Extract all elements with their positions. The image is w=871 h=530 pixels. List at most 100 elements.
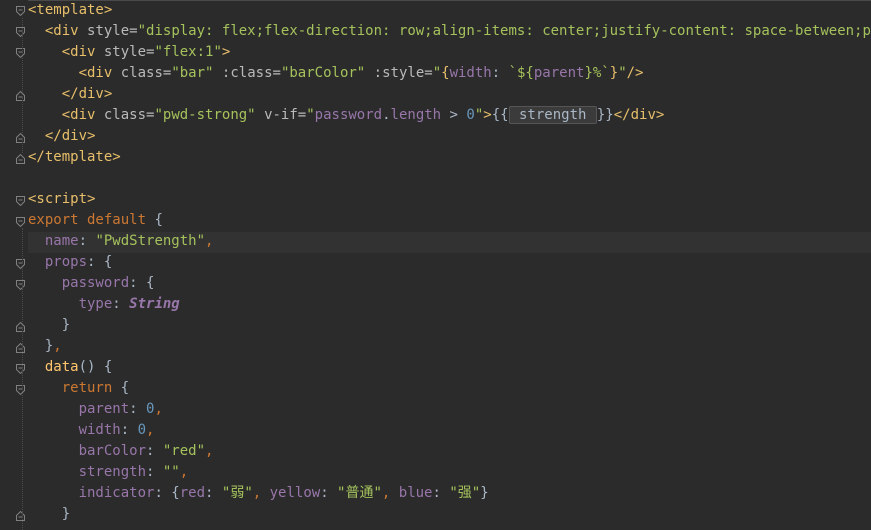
code-line-23[interactable]: strength: "",	[28, 462, 189, 483]
code-line-19[interactable]: return {	[28, 378, 129, 399]
code-line-10[interactable]: <script>	[28, 189, 95, 210]
token-prop: blue	[398, 485, 433, 501]
token-string: "	[618, 65, 627, 81]
token-text: :	[129, 401, 147, 417]
code-line-8[interactable]: </template>	[28, 147, 121, 168]
indent-guide	[22, 228, 23, 530]
code-line-17[interactable]: },	[28, 336, 62, 357]
token-tag: </template>	[28, 149, 121, 165]
fold-end-icon[interactable]	[16, 133, 25, 143]
token-mustache-open: {{	[491, 107, 509, 123]
token-string: }%`	[584, 65, 610, 81]
token-tag: <div	[44, 23, 79, 39]
token-string: ""	[162, 464, 180, 480]
token-attr: :style	[373, 65, 425, 81]
code-line-24[interactable]: indicator: {red: "弱", yellow: "普通", blue…	[28, 483, 489, 504]
token-prop: width	[449, 65, 492, 81]
code-line-6[interactable]: <div class="pwd-strong" v-if="password.l…	[28, 105, 664, 126]
fold-collapse-icon[interactable]	[16, 48, 25, 58]
token-string: "red"	[162, 443, 206, 459]
fold-end-icon[interactable]	[16, 154, 25, 164]
fold-collapse-icon[interactable]	[16, 280, 25, 290]
token-eq: =	[424, 65, 433, 81]
token-prop: password	[61, 275, 130, 291]
code-line-16[interactable]: }	[28, 315, 70, 336]
code-line-14[interactable]: password: {	[28, 273, 155, 294]
token-brace: }	[609, 65, 619, 81]
code-line-22[interactable]: barColor: "red",	[28, 441, 214, 462]
token-mustache-close: }}	[596, 107, 614, 123]
token-number: 0	[466, 107, 475, 123]
token-prop: barColor	[78, 443, 147, 459]
token-string: `${	[508, 65, 534, 81]
token-attr: class	[103, 107, 147, 123]
fold-collapse-icon[interactable]	[16, 259, 25, 269]
token-string: "flex:1"	[154, 44, 222, 60]
token-brace: }	[61, 506, 71, 522]
code-line-21[interactable]: width: 0,	[28, 420, 155, 441]
code-line-1[interactable]: <template>	[28, 0, 112, 21]
token-number: 0	[137, 422, 147, 438]
token-text: ()	[78, 359, 104, 375]
token-prop: parent	[78, 401, 130, 417]
token-string: "弱"	[221, 485, 253, 501]
token-attr: style	[87, 23, 130, 39]
token-tag: >	[483, 107, 492, 123]
token-text: :	[146, 443, 163, 459]
token-comma: ,	[252, 485, 270, 501]
token-string: "PwdStrength"	[95, 233, 206, 249]
code-line-2[interactable]: <div style="display: flex;flex-direction…	[28, 21, 871, 42]
fold-collapse-icon[interactable]	[16, 385, 25, 395]
fold-end-icon[interactable]	[16, 91, 25, 101]
token-comma: ,	[381, 485, 399, 501]
code-line-25[interactable]: }	[28, 504, 70, 525]
token-tag: >	[221, 44, 231, 60]
token-brace: {	[154, 212, 163, 228]
fold-end-icon[interactable]	[16, 322, 25, 332]
token-comma: ,	[154, 401, 163, 417]
code-line-11[interactable]: export default {	[28, 210, 163, 231]
token-prop: length	[390, 107, 442, 123]
token-prop: strength	[78, 464, 147, 480]
fold-collapse-icon[interactable]	[16, 6, 25, 16]
token-text: :	[154, 485, 172, 501]
code-line-4[interactable]: <div class="bar" :class="barColor" :styl…	[28, 63, 644, 84]
token-prop: parent	[533, 65, 585, 81]
code-line-15[interactable]: type: String	[28, 294, 180, 315]
token-text: .	[382, 107, 391, 123]
fold-end-icon[interactable]	[16, 511, 25, 521]
fold-collapse-icon[interactable]	[16, 196, 25, 206]
token-brace: {	[171, 485, 180, 501]
code-line-18[interactable]: data() {	[28, 357, 112, 378]
code-editor[interactable]: <template> <div style="display: flex;fle…	[0, 0, 871, 530]
token-comma: ,	[179, 464, 189, 480]
token-tag: </div>	[61, 86, 113, 102]
code-line-3[interactable]: <div style="flex:1">	[28, 42, 231, 63]
code-line-12[interactable]: name: "PwdStrength",	[28, 231, 214, 252]
token-brace: {	[441, 65, 450, 81]
token-text: :	[78, 233, 96, 249]
code-line-7[interactable]: </div>	[28, 126, 96, 147]
editor-top-border	[0, 0, 871, 1]
token-prop: name	[44, 233, 79, 249]
token-string: "barColor"	[280, 65, 366, 81]
code-line-13[interactable]: props: {	[28, 252, 112, 273]
token-comma: ,	[205, 233, 214, 249]
token-tag: <div	[61, 107, 96, 123]
code-line-5[interactable]: </div>	[28, 84, 113, 105]
code-line-20[interactable]: parent: 0,	[28, 399, 163, 420]
token-type: String	[129, 296, 180, 312]
fold-collapse-icon[interactable]	[16, 364, 25, 374]
token-tag: </div>	[613, 107, 665, 123]
fold-collapse-icon[interactable]	[16, 217, 25, 227]
fold-collapse-icon[interactable]	[16, 27, 25, 37]
token-attr: style	[103, 44, 147, 60]
token-string: "	[306, 107, 315, 123]
indent-guide	[22, 18, 23, 153]
fold-end-icon[interactable]	[16, 343, 25, 353]
token-tag: <div	[61, 44, 96, 60]
token-prop: props	[44, 254, 88, 270]
token-string: "强"	[449, 485, 481, 501]
token-prop: indicator	[78, 485, 155, 501]
token-prop: red	[179, 485, 206, 501]
